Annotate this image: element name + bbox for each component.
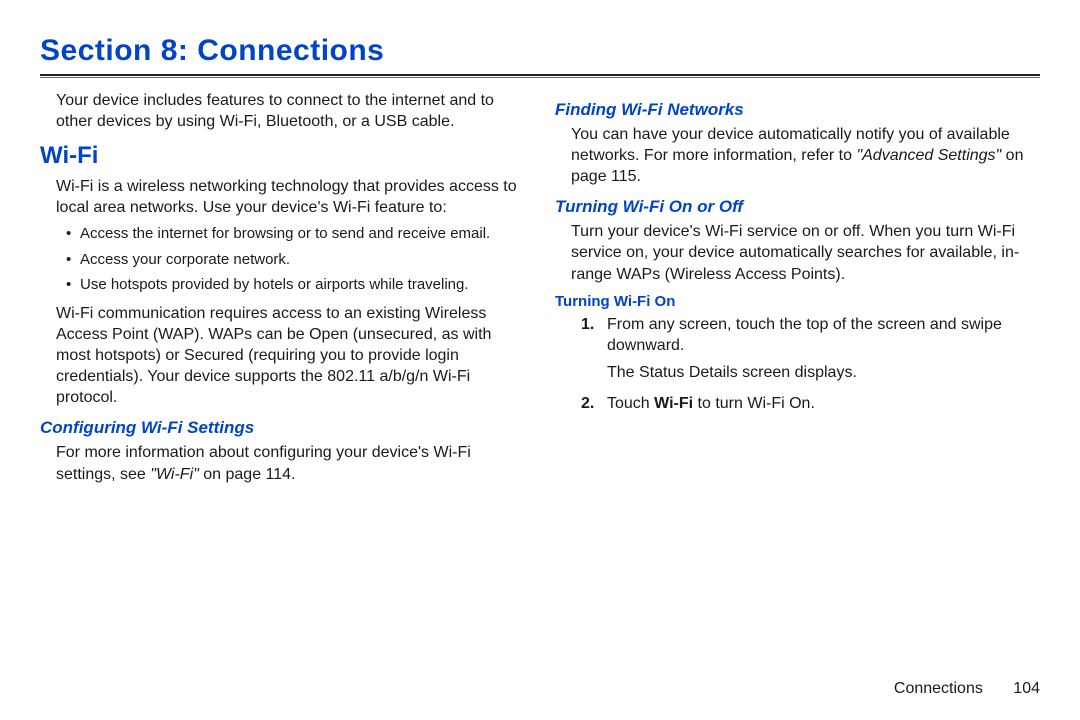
wifi-heading: Wi-Fi <box>40 142 525 170</box>
page-footer: Connections 104 <box>894 680 1040 698</box>
intro-paragraph: Your device includes features to connect… <box>56 90 521 132</box>
finding-paragraph: You can have your device automatically n… <box>571 124 1036 187</box>
wifi-wap-paragraph: Wi-Fi communication requires access to a… <box>56 303 521 409</box>
footer-page-number: 104 <box>1013 680 1040 697</box>
text-run: Touch <box>607 395 654 412</box>
list-item: Access your corporate network. <box>66 250 525 270</box>
divider-thin <box>40 77 1040 78</box>
right-column: Finding Wi-Fi Networks You can have your… <box>555 90 1040 489</box>
step-item: Touch Wi-Fi to turn Wi-Fi On. <box>581 393 1040 414</box>
wifi-bold: Wi-Fi <box>654 395 693 412</box>
turning-paragraph: Turn your device's Wi-Fi service on or o… <box>571 221 1036 284</box>
section-title: Section 8: Connections <box>40 34 1040 68</box>
turning-on-steps: From any screen, touch the top of the sc… <box>581 314 1040 414</box>
turning-heading: Turning Wi-Fi On or Off <box>555 197 1040 217</box>
configuring-paragraph: For more information about configuring y… <box>56 442 521 484</box>
step-item: From any screen, touch the top of the sc… <box>581 314 1040 383</box>
divider-thick <box>40 74 1040 76</box>
finding-heading: Finding Wi-Fi Networks <box>555 100 1040 120</box>
turning-on-subheading: Turning Wi-Fi On <box>555 293 1040 310</box>
reference-advanced-settings: "Advanced Settings" <box>856 147 1001 164</box>
wifi-intro-paragraph: Wi-Fi is a wireless networking technolog… <box>56 176 521 218</box>
reference-wifi: "Wi-Fi" <box>150 466 199 483</box>
left-column: Your device includes features to connect… <box>40 90 525 489</box>
step-subtext: The Status Details screen displays. <box>607 362 1040 383</box>
content-columns: Your device includes features to connect… <box>40 90 1040 489</box>
text-run: on page 114. <box>199 466 296 483</box>
text-run: to turn Wi-Fi On. <box>693 395 815 412</box>
list-item: Use hotspots provided by hotels or airpo… <box>66 275 525 295</box>
list-item: Access the internet for browsing or to s… <box>66 224 525 244</box>
step-text: From any screen, touch the top of the sc… <box>607 316 1002 354</box>
configuring-heading: Configuring Wi-Fi Settings <box>40 418 525 438</box>
wifi-feature-list: Access the internet for browsing or to s… <box>66 224 525 295</box>
footer-section-label: Connections <box>894 680 983 697</box>
